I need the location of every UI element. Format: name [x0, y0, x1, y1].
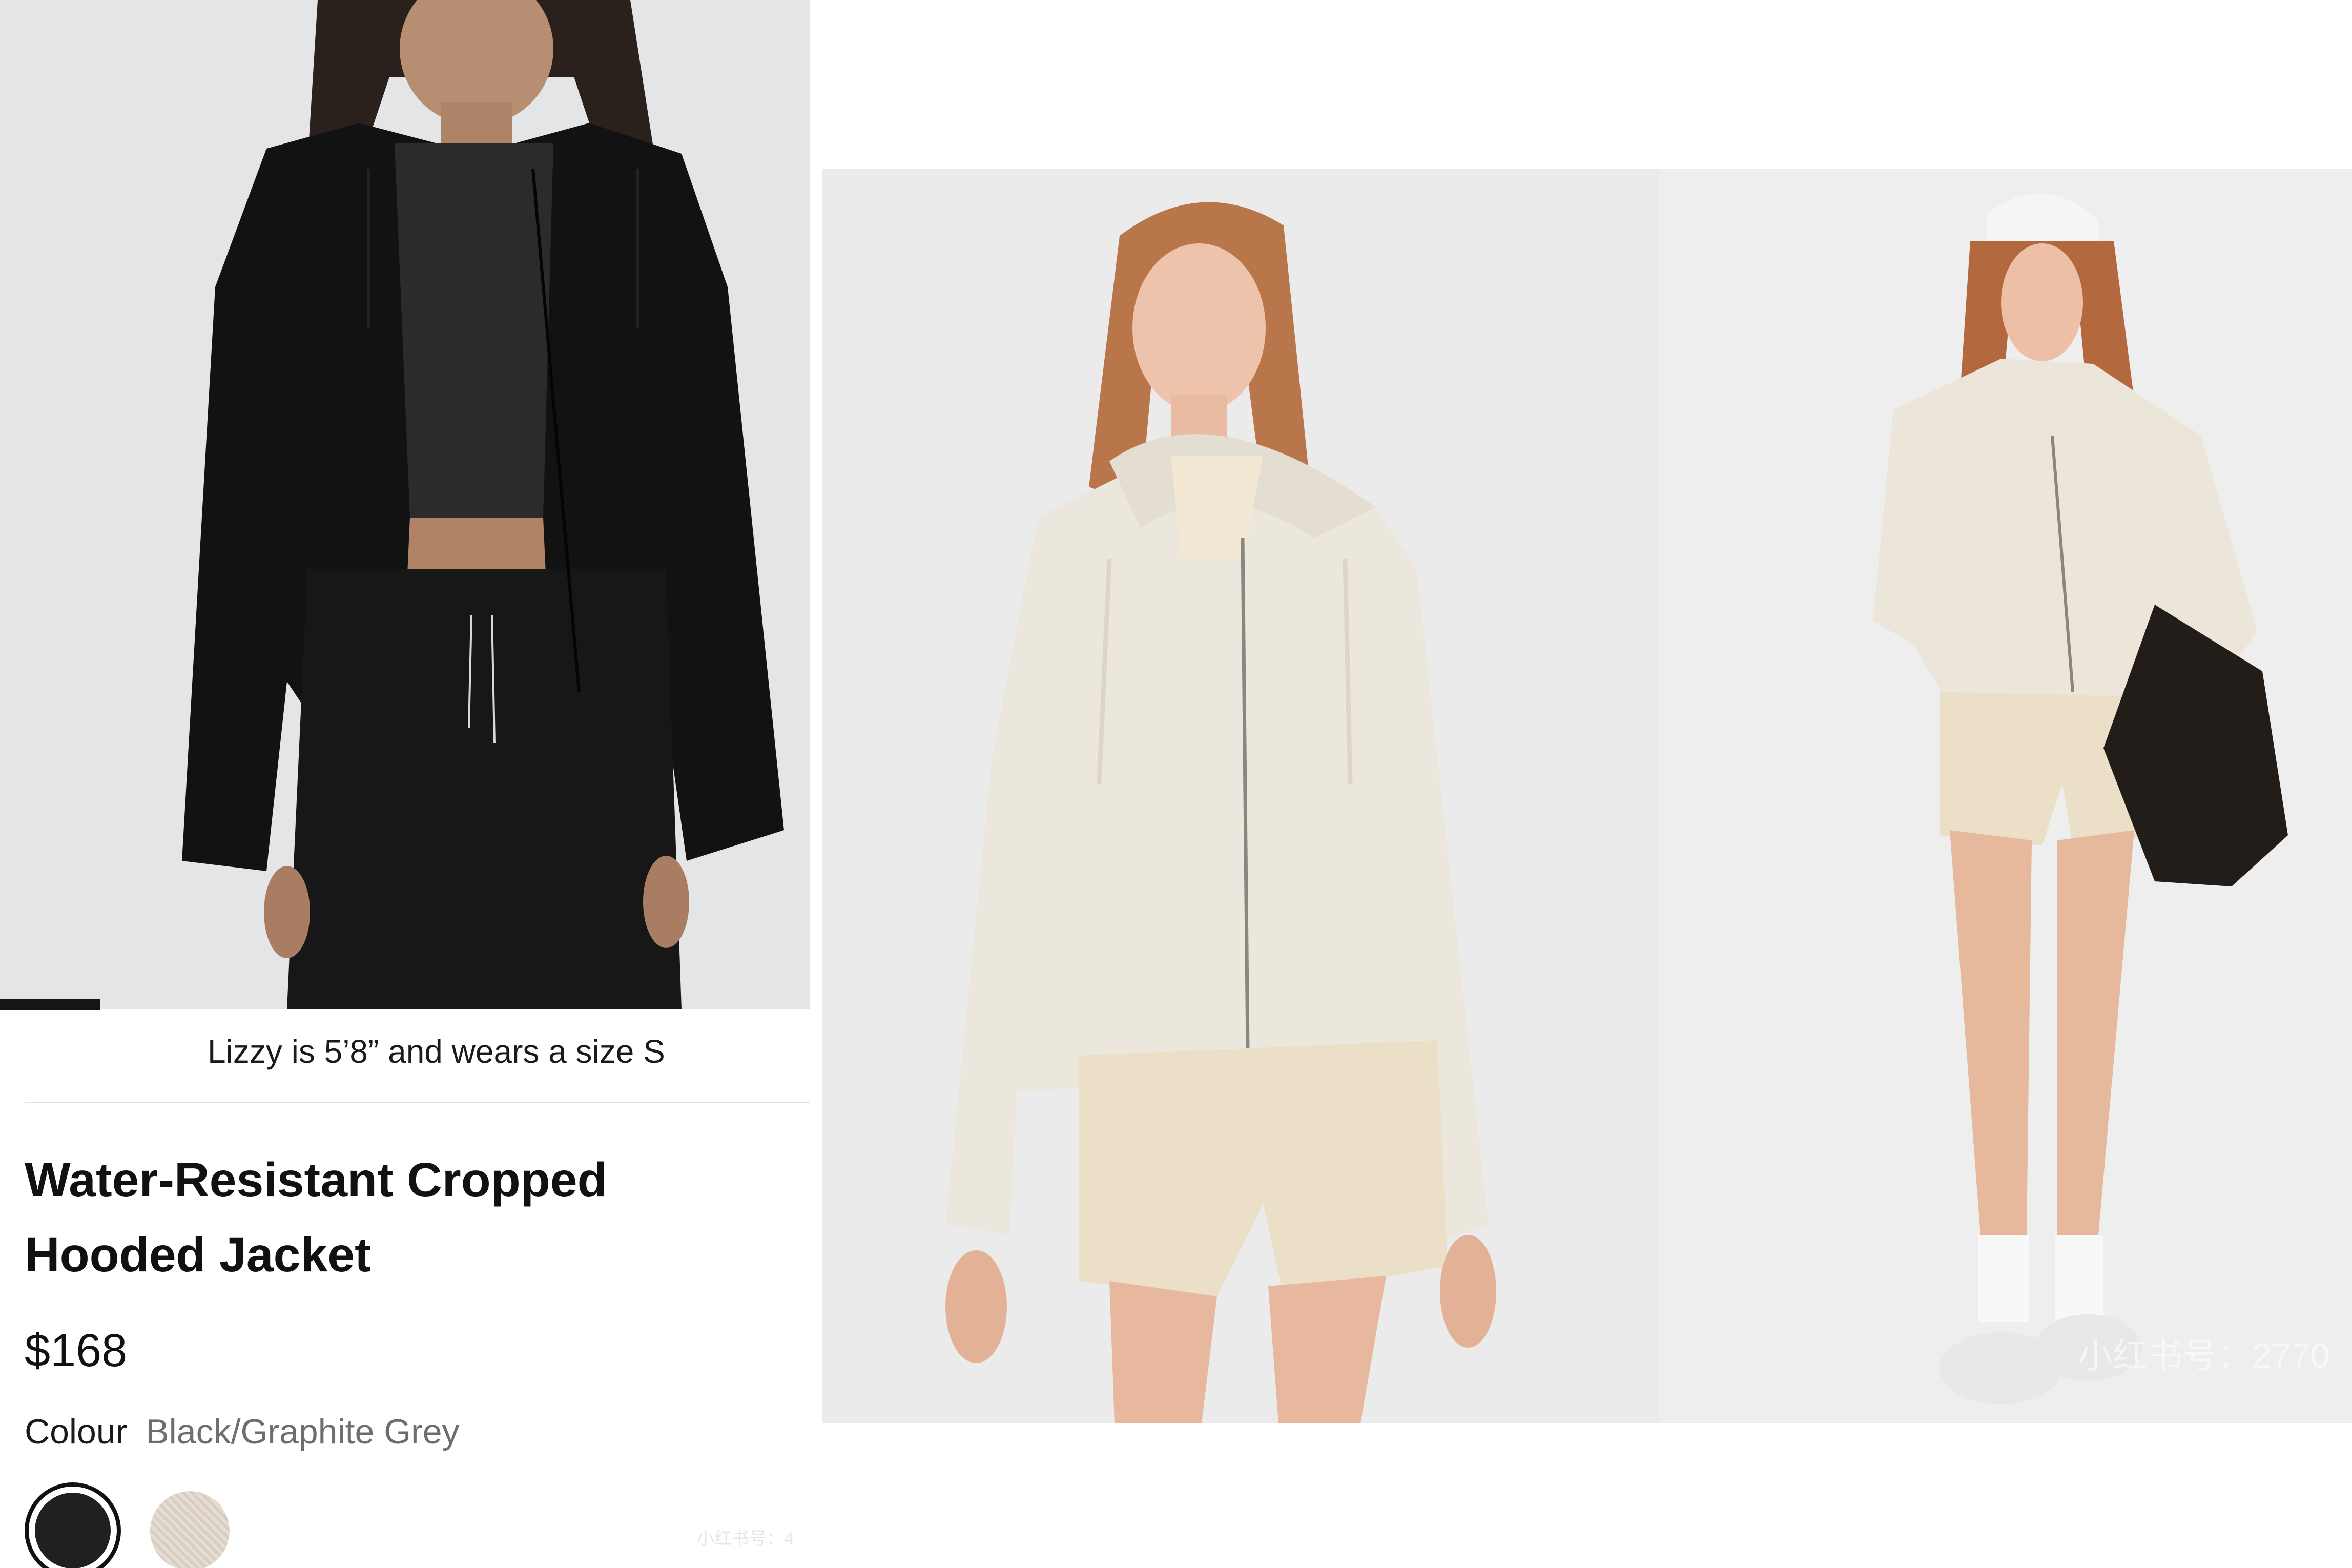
product-price: $168: [25, 1325, 128, 1376]
watermark: 小红书号：4: [697, 1529, 794, 1549]
product-detail-panel: Lizzy is 5’8” and wears a size S Water-R…: [0, 0, 810, 1568]
divider: [25, 1102, 810, 1103]
colour-swatch-black[interactable]: [25, 1482, 121, 1568]
colour-value: Black/Graphite Grey: [146, 1412, 460, 1451]
product-title: Water-Resistant Cropped Hooded Jacket: [25, 1153, 607, 1282]
swatch-fill: [35, 1493, 111, 1568]
colour-label: Colour: [25, 1412, 128, 1451]
colour-row: Colour Black/Graphite Grey: [25, 1412, 460, 1452]
models-bone-jacket-illustration: [945, 169, 2352, 1423]
watermark: 小红书号：2770: [2078, 1336, 2330, 1375]
product-photo[interactable]: [0, 0, 810, 1009]
model-black-jacket-illustration: [182, 0, 784, 1009]
lifestyle-photo: 小红书号：2770: [822, 169, 2352, 1423]
carousel-progress-indicator: [0, 999, 100, 1010]
model-size-caption: Lizzy is 5’8” and wears a size S: [208, 1033, 665, 1070]
colour-swatch-bone[interactable]: [150, 1491, 230, 1568]
